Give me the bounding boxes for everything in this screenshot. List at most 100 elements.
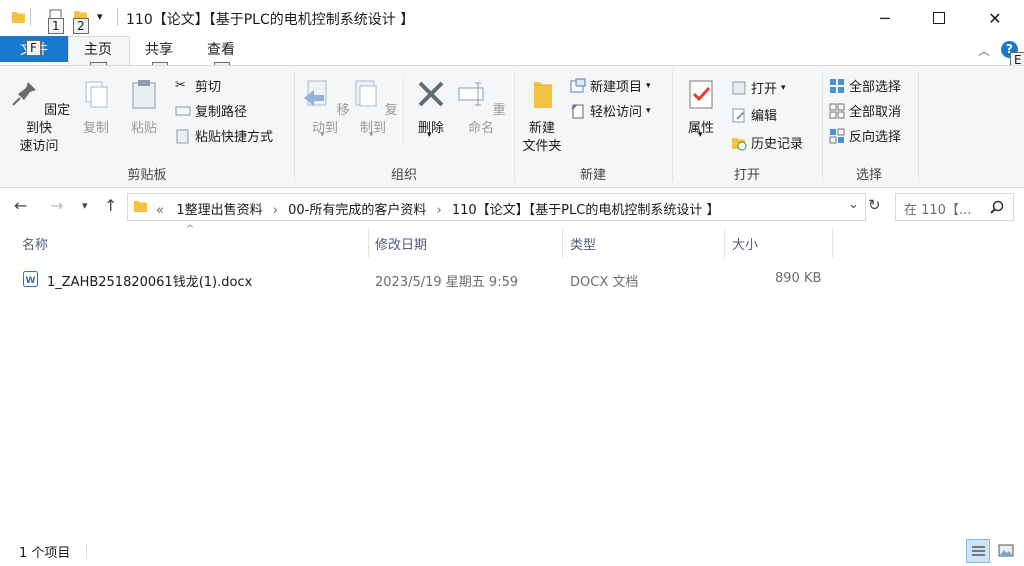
minimize-button[interactable]: ─ (862, 0, 908, 36)
new-item-icon (570, 78, 586, 92)
close-button[interactable]: ✕ (972, 0, 1018, 36)
keytip-file: F (26, 40, 41, 56)
properties-icon (689, 80, 713, 109)
move-to-icon (304, 80, 327, 106)
invert-selection-button[interactable]: 反向选择 (829, 126, 901, 145)
refresh-icon: ↻ (868, 196, 881, 214)
address-bar[interactable]: « 1整理出售资料 › 00-所有完成的客户资料 › 110【论文】【基于PLC… (127, 193, 866, 221)
qat-dropdown-icon[interactable]: ▾ (97, 10, 103, 23)
svg-text:W: W (26, 276, 36, 286)
delete-dropdown-icon[interactable]: ▾ (427, 130, 432, 140)
invert-selection-icon (829, 128, 845, 143)
arrow-right-icon: → (50, 196, 64, 215)
folder-icon (12, 12, 25, 23)
properties-button[interactable]: 属性 (680, 78, 722, 138)
arrow-left-icon: ← (14, 196, 28, 215)
arrow-up-icon: ↑ (104, 196, 118, 215)
sort-ascending-icon: ^ (186, 224, 195, 235)
group-label-organize: 组织 (390, 168, 417, 183)
back-button[interactable]: ← (14, 196, 27, 215)
copy-to-icon (355, 80, 377, 107)
column-header-size[interactable]: 大小 (732, 234, 758, 253)
group-label-new: 新建 (579, 168, 606, 183)
move-to-button[interactable]: 移动到 (300, 78, 350, 138)
recent-locations-button[interactable]: ▾ (82, 199, 88, 212)
open-dropdown-icon: ▾ (781, 82, 786, 93)
column-header-type[interactable]: 类型 (570, 234, 596, 253)
properties-dropdown-icon[interactable]: ▾ (698, 130, 703, 140)
group-label-select: 选择 (855, 168, 882, 183)
paste-button[interactable]: 粘贴 (124, 78, 164, 138)
breadcrumb-overflow-icon[interactable]: « (156, 203, 164, 218)
tab-home[interactable]: 主页 (84, 39, 112, 63)
select-none-button[interactable]: 全部取消 (829, 101, 901, 120)
tab-view[interactable]: 查看 (207, 39, 235, 63)
easy-access-button[interactable]: 轻松访问 ▾ (570, 101, 651, 120)
rename-button[interactable]: 重命名 (456, 78, 506, 138)
column-header-modified[interactable]: 修改日期 (375, 234, 427, 253)
large-icons-view-button[interactable] (994, 539, 1018, 563)
tab-share[interactable]: 共享 (145, 39, 173, 63)
group-label-clipboard: 剪贴板 (127, 168, 167, 183)
cut-button[interactable]: ✂ 剪切 (175, 76, 221, 96)
copy-to-button[interactable]: 复制到 (348, 78, 398, 138)
scissors-icon: ✂ (175, 77, 186, 93)
file-name: 1_ZAHB251820061钱龙(1).docx (47, 275, 253, 290)
pin-quick-access-button[interactable]: 固定到快 速访问 (6, 78, 72, 156)
minimize-icon: ─ (880, 8, 890, 28)
address-folder-icon (134, 201, 147, 212)
paste-shortcut-button[interactable]: 粘贴快捷方式 (175, 126, 273, 145)
breadcrumb-separator-icon[interactable]: › (437, 203, 442, 218)
edit-icon (732, 108, 745, 122)
ribbon-tabs: 文件 F 主页 H 共享 S 查看 V ︿ ? E (0, 36, 1024, 78)
maximize-icon (933, 12, 945, 24)
file-type: DOCX 文档 (570, 275, 639, 290)
column-header-name[interactable]: 名称 (22, 234, 48, 253)
breadcrumb-item[interactable]: 00-所有完成的客户资料 (288, 203, 426, 218)
delete-button[interactable]: 删除 (410, 78, 452, 138)
new-folder-icon (534, 82, 552, 108)
history-icon (732, 137, 747, 150)
close-icon: ✕ (988, 8, 1002, 28)
breadcrumb: « 1整理出售资料 › 00-所有完成的客户资料 › 110【论文】【基于PLC… (156, 199, 719, 218)
forward-button[interactable]: → (50, 196, 63, 215)
new-item-dropdown-icon: ▾ (646, 80, 651, 91)
breadcrumb-item[interactable]: 110【论文】【基于PLC的电机控制系统设计 】 (452, 203, 720, 218)
refresh-button[interactable]: ↻ (868, 196, 881, 214)
delete-x-icon (418, 81, 444, 107)
open-button[interactable]: 打开 ▾ (731, 78, 786, 97)
address-dropdown-icon[interactable]: ⌄ (848, 197, 859, 212)
file-modified: 2023/5/19 星期五 9:59 (375, 275, 519, 290)
new-folder-button[interactable]: 新建 文件夹 (518, 78, 566, 156)
search-box[interactable]: 在 110【... (895, 193, 1014, 221)
search-icon[interactable] (990, 200, 1004, 214)
collapse-ribbon-icon[interactable]: ︿ (978, 42, 990, 59)
breadcrumb-item[interactable]: 1整理出售资料 (176, 203, 262, 218)
copy-button[interactable]: 复制 (76, 78, 116, 138)
copy-path-button[interactable]: 复制路径 (175, 101, 247, 120)
pin-icon (12, 82, 36, 106)
file-row[interactable]: W 1_ZAHB251820061钱龙(1).docx 2023/5/19 星期… (18, 266, 838, 292)
paste-shortcut-icon (176, 129, 189, 143)
details-view-button[interactable] (966, 539, 990, 563)
search-input[interactable]: 在 110【... (904, 199, 971, 218)
window-title: 110【论文】【基于PLC的电机控制系统设计 】 (126, 12, 415, 28)
easy-access-dropdown-icon: ▾ (646, 105, 651, 116)
easy-access-icon (571, 103, 584, 118)
rename-icon (458, 82, 484, 106)
new-item-button[interactable]: 新建项目 ▾ (570, 76, 651, 95)
select-all-button[interactable]: 全部选择 (829, 76, 901, 95)
history-button[interactable]: 历史记录 (731, 133, 803, 152)
maximize-button[interactable] (916, 0, 962, 36)
keytip-qat2: 2 (73, 18, 89, 34)
word-document-icon: W (23, 271, 38, 287)
select-none-icon (829, 103, 845, 118)
up-button[interactable]: ↑ (104, 196, 117, 215)
edit-button[interactable]: 编辑 (731, 105, 777, 124)
move-to-dropdown-icon[interactable]: ▾ (320, 130, 325, 140)
large-icons-view-icon (998, 544, 1014, 557)
copy-path-icon (175, 106, 191, 115)
chevron-down-icon: ▾ (82, 199, 88, 212)
breadcrumb-separator-icon[interactable]: › (273, 203, 278, 218)
copy-to-dropdown-icon[interactable]: ▾ (369, 130, 374, 140)
